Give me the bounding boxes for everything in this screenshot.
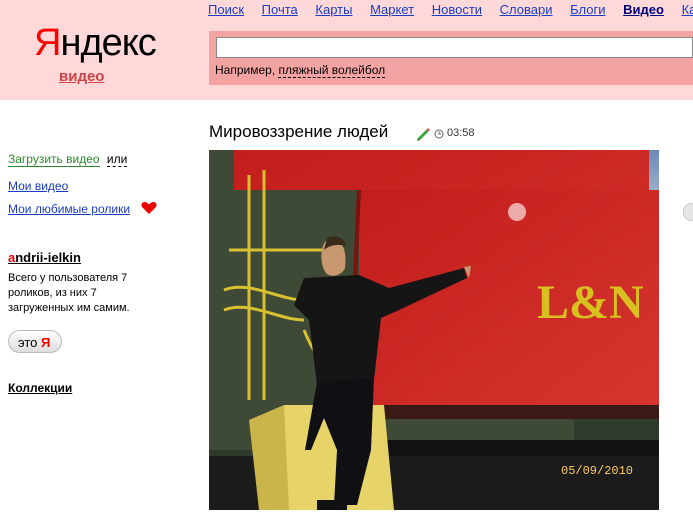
video-frame-image: L&N 05/09/2010 — [209, 150, 659, 510]
nav-news[interactable]: Новости — [432, 2, 482, 17]
nav-search[interactable]: Поиск — [208, 2, 244, 17]
or-link[interactable]: или — [106, 152, 128, 167]
pencil-icon[interactable] — [415, 125, 431, 141]
hint-example-link[interactable]: пляжный волейбол — [278, 63, 386, 78]
nav-images[interactable]: Картин — [682, 2, 693, 17]
nav-dictionaries[interactable]: Словари — [500, 2, 553, 17]
section-link[interactable]: видео — [59, 68, 104, 85]
eto-ya-button[interactable]: это Я — [8, 330, 62, 353]
user-link[interactable]: andrii-ielkin — [8, 250, 81, 265]
nav-mail[interactable]: Почта — [262, 2, 298, 17]
my-videos-link[interactable]: Мои видео — [8, 179, 68, 193]
video-player[interactable]: L&N 05/09/2010 — [209, 150, 659, 510]
user-info: Всего у пользователя 7 роликов, из них 7… — [8, 272, 130, 314]
top-navigation: Поиск Почта Карты Маркет Новости Словари… — [208, 2, 693, 17]
search-hint: Например, пляжный волейбол — [215, 63, 386, 78]
video-duration: 03:58 — [447, 127, 475, 139]
nav-market[interactable]: Маркет — [370, 2, 414, 17]
heart-icon — [141, 202, 157, 214]
yandex-logo[interactable]: Яндекс — [34, 22, 157, 64]
search-input[interactable] — [216, 37, 693, 58]
collections-link[interactable]: Коллекции — [8, 381, 72, 395]
upload-row: Загрузить видео или — [8, 152, 128, 167]
nav-maps[interactable]: Карты — [315, 2, 352, 17]
favorites-link[interactable]: Мои любимые ролики — [8, 202, 130, 216]
nav-blogs[interactable]: Блоги — [570, 2, 605, 17]
railcar-logo: L&N — [537, 276, 644, 329]
scroll-toggle[interactable] — [683, 203, 693, 221]
upload-video-link[interactable]: Загрузить видео — [8, 152, 100, 167]
nav-video[interactable]: Видео — [623, 2, 664, 17]
video-title: Мировоззрение людей — [209, 122, 389, 141]
ya-icon: Я — [41, 335, 51, 350]
clock-icon — [434, 129, 444, 139]
date-stamp: 05/09/2010 — [561, 464, 633, 478]
